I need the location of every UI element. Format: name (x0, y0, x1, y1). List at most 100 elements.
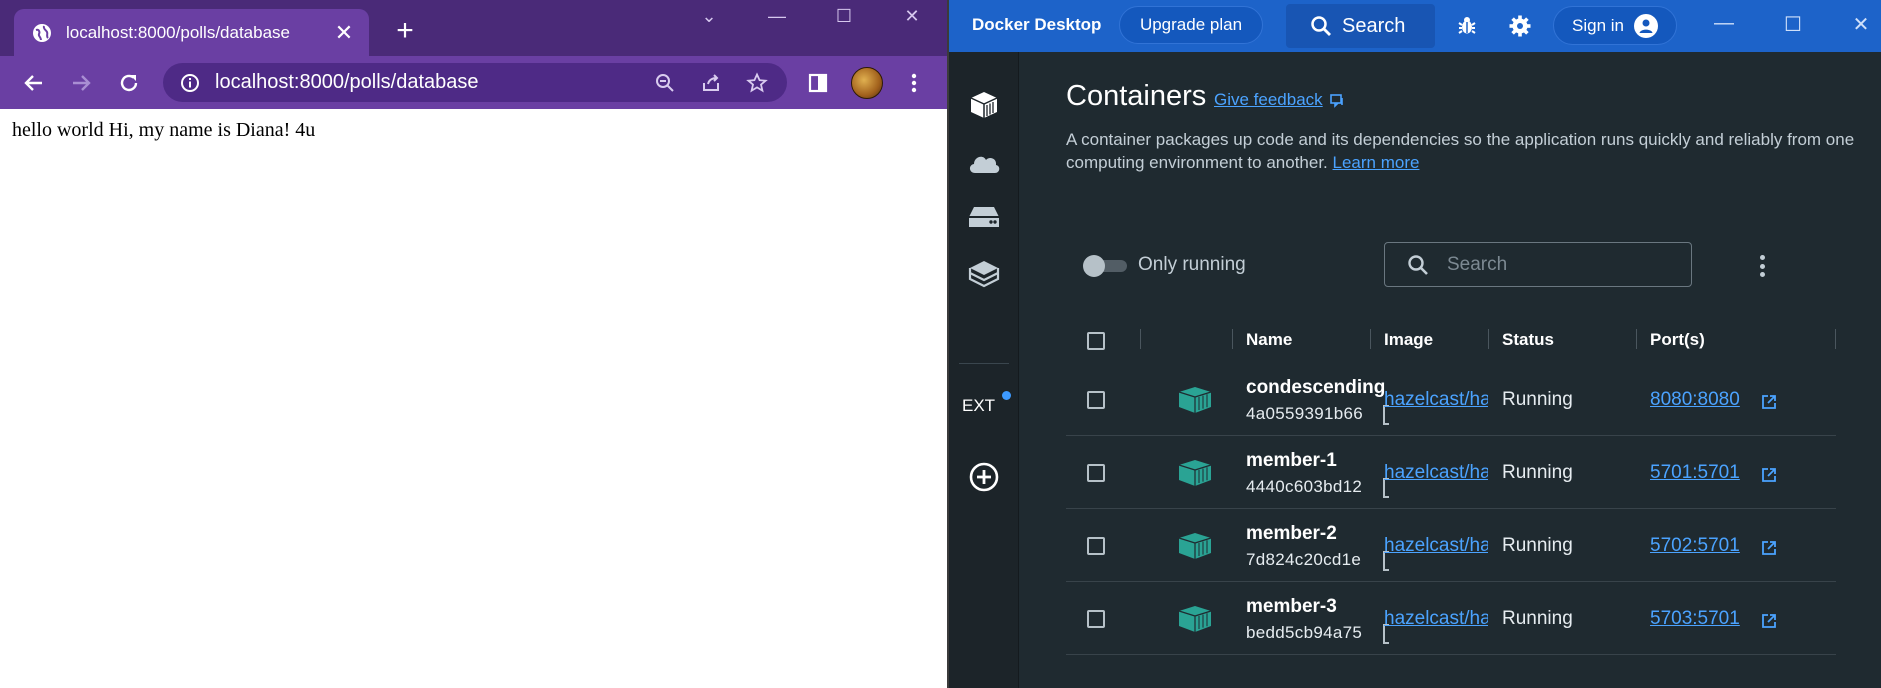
column-separator (1140, 329, 1141, 349)
browser-tab[interactable]: localhost:8000/polls/database ✕ (14, 9, 369, 56)
only-running-label: Only running (1138, 254, 1246, 275)
browser-toolbar: localhost:8000/polls/database (0, 56, 947, 109)
select-all-checkbox[interactable] (1087, 332, 1105, 350)
volumes-nav-icon[interactable] (966, 199, 1002, 235)
column-header-ports[interactable]: Port(s) (1650, 330, 1705, 350)
docker-sidebar: EXT (949, 52, 1019, 688)
table-row[interactable]: member-3 bedd5cb94a75 hazelcast/hazelcas… (1066, 582, 1836, 655)
column-separator (1232, 329, 1233, 349)
row-checkbox[interactable] (1087, 537, 1105, 555)
side-panel-icon[interactable] (802, 67, 834, 99)
description-text: A container packages up code and its dep… (1066, 130, 1855, 172)
cloud-nav-icon[interactable] (966, 144, 1002, 180)
row-checkbox[interactable] (1087, 464, 1105, 482)
table-row[interactable]: member-2 7d824c20cd1e hazelcast/hazelcas… (1066, 509, 1836, 582)
row-checkbox[interactable] (1087, 610, 1105, 628)
minimize-icon[interactable]: — (762, 6, 792, 27)
globe-icon (32, 23, 52, 43)
forward-button[interactable] (65, 67, 97, 99)
container-port-link[interactable]: 5702:5701 (1650, 535, 1740, 557)
tab-search-icon[interactable]: ⌄ (694, 6, 724, 27)
column-separator (1636, 329, 1637, 349)
only-running-toggle[interactable] (1083, 255, 1127, 277)
row-checkbox[interactable] (1087, 391, 1105, 409)
browser-window: localhost:8000/polls/database ✕ + ⌄ — ☐ … (0, 0, 949, 688)
maximize-icon[interactable]: ☐ (1778, 12, 1808, 37)
external-link-icon[interactable] (1760, 466, 1778, 484)
container-port-link[interactable]: 8080:8080 (1650, 389, 1740, 411)
close-window-icon[interactable]: ✕ (897, 6, 927, 27)
back-button[interactable] (18, 67, 50, 99)
add-extension-icon[interactable] (966, 459, 1002, 495)
page-body-text: hello world Hi, my name is Diana! 4u (12, 119, 316, 141)
container-icon (1178, 606, 1212, 632)
container-search-field[interactable] (1384, 242, 1692, 287)
container-name[interactable]: condescending (1246, 377, 1396, 399)
column-header-name[interactable]: Name (1246, 330, 1292, 350)
containers-nav-icon[interactable] (966, 87, 1002, 123)
container-port-link[interactable]: 5703:5701 (1650, 608, 1740, 630)
web-page-content: hello world Hi, my name is Diana! 4u (0, 109, 947, 688)
feedback-icon (1329, 94, 1343, 108)
container-id: 4a0559391b66 (1246, 404, 1364, 423)
search-label: Search (1342, 14, 1406, 37)
container-name[interactable]: member-3 (1246, 596, 1396, 618)
minimize-icon[interactable]: — (1709, 12, 1739, 35)
browser-tab-bar: localhost:8000/polls/database ✕ + ⌄ — ☐ … (0, 0, 947, 56)
container-image-link[interactable]: hazelcast/hazelcast (1384, 462, 1488, 484)
menu-kebab-icon[interactable] (898, 67, 930, 99)
close-tab-icon[interactable]: ✕ (333, 20, 355, 46)
container-id: 4440c603bd12 (1246, 477, 1363, 496)
give-feedback-label: Give feedback (1214, 90, 1323, 109)
more-options-icon[interactable] (1755, 252, 1769, 280)
container-status: Running (1502, 535, 1573, 556)
desktop-screen: localhost:8000/polls/database ✕ + ⌄ — ☐ … (0, 0, 1881, 688)
upgrade-plan-button[interactable]: Upgrade plan (1119, 6, 1263, 44)
global-search-button[interactable]: Search (1286, 4, 1435, 48)
container-image-link[interactable]: hazelcast/hazelcast (1384, 535, 1488, 557)
address-bar[interactable]: localhost:8000/polls/database (163, 63, 787, 102)
container-icon (1178, 387, 1212, 413)
troubleshoot-bug-icon[interactable] (1453, 12, 1481, 40)
external-link-icon[interactable] (1760, 539, 1778, 557)
container-id: 7d824c20cd1e (1246, 550, 1362, 569)
bookmark-star-icon[interactable] (741, 67, 773, 99)
table-row[interactable]: condescending 4a0559391b66 hazelcast/haz… (1066, 363, 1836, 436)
share-icon[interactable] (695, 67, 727, 99)
container-name[interactable]: member-1 (1246, 450, 1396, 472)
table-header: Name Image Status Port(s) (1066, 319, 1836, 363)
extensions-nav-item[interactable]: EXT (962, 396, 995, 416)
page-title: Containers (1066, 80, 1207, 112)
search-icon (1311, 16, 1331, 36)
table-row[interactable]: member-1 4440c603bd12 hazelcast/hazelcas… (1066, 436, 1836, 509)
reload-button[interactable] (113, 67, 145, 99)
new-tab-button[interactable]: + (390, 16, 420, 46)
docker-desktop-window: Docker Desktop Upgrade plan Search Sign … (949, 0, 1881, 688)
close-window-icon[interactable]: ✕ (1846, 12, 1876, 37)
site-info-icon[interactable] (179, 72, 201, 94)
app-title: Docker Desktop (972, 15, 1102, 34)
learn-more-link[interactable]: Learn more (1333, 153, 1420, 172)
settings-gear-icon[interactable] (1506, 12, 1534, 40)
give-feedback-link[interactable]: Give feedback (1214, 90, 1345, 110)
container-name[interactable]: member-2 (1246, 523, 1396, 545)
external-link-icon[interactable] (1760, 393, 1778, 411)
containers-view: Containers Give feedback A container pac… (1019, 52, 1881, 688)
images-nav-icon[interactable] (966, 256, 1002, 292)
container-image-link[interactable]: hazelcast/hazelcast (1384, 608, 1488, 630)
profile-avatar[interactable] (851, 67, 883, 99)
maximize-icon[interactable]: ☐ (829, 6, 859, 27)
zoom-icon[interactable] (649, 67, 681, 99)
container-image-link[interactable]: hazelcast/hazelcast (1384, 389, 1488, 411)
container-icon (1178, 533, 1212, 559)
column-header-image[interactable]: Image (1384, 330, 1433, 350)
url-text: localhost:8000/polls/database (215, 71, 479, 93)
column-header-status[interactable]: Status (1502, 330, 1554, 350)
search-input[interactable] (1447, 253, 1667, 276)
sign-in-button[interactable]: Sign in (1553, 6, 1677, 45)
account-icon (1633, 13, 1658, 38)
external-link-icon[interactable] (1760, 612, 1778, 630)
container-status: Running (1502, 462, 1573, 483)
container-port-link[interactable]: 5701:5701 (1650, 462, 1740, 484)
sidebar-divider (959, 363, 1009, 364)
